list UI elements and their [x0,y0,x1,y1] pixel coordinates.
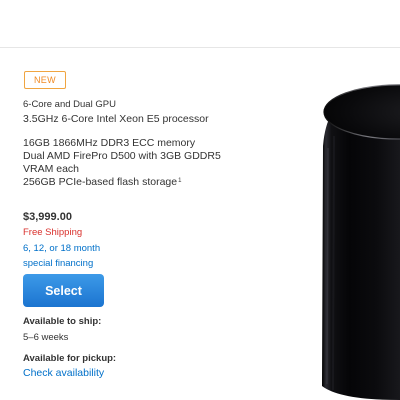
memory-spec: 16GB 1866MHz DDR3 ECC memory [23,137,196,149]
check-availability-link[interactable]: Check availability [23,366,263,380]
top-divider [0,47,400,48]
graphics-spec-line2: VRAM each [23,163,80,175]
product-configuration: NEW 6-Core and Dual GPU 3.5GHz 6-Core In… [23,70,263,380]
price: $3,999.00 [23,211,72,223]
mac-pro-image [320,66,400,400]
storage-footnote: 1 [178,178,182,184]
ship-availability-label: Available to ship: [23,316,102,327]
financing-line2: special financing [23,258,94,269]
spec-list: 16GB 1866MHz DDR3 ECC memory Dual AMD Fi… [23,137,263,189]
graphics-spec-line1: Dual AMD FirePro D500 with 3GB GDDR5 [23,150,221,162]
processor-spec: 3.5GHz 6-Core Intel Xeon E5 processor [23,113,209,125]
new-badge: NEW [24,71,66,89]
pickup-availability-label: Available for pickup: [23,353,117,364]
financing-line1: 6, 12, or 18 month [23,243,101,254]
ship-availability-value: 5–6 weeks [23,332,69,343]
special-financing-link[interactable]: 6, 12, or 18 month special financing [23,241,133,271]
config-title: 6-Core and Dual GPU [23,99,116,110]
storage-text: 256GB PCIe-based flash storage [23,176,178,188]
select-button[interactable]: Select [23,274,104,307]
mac-pro-cylinder-graphic [322,84,400,400]
free-shipping-label: Free Shipping [23,227,83,238]
storage-spec: 256GB PCIe-based flash storage1 [23,176,263,189]
